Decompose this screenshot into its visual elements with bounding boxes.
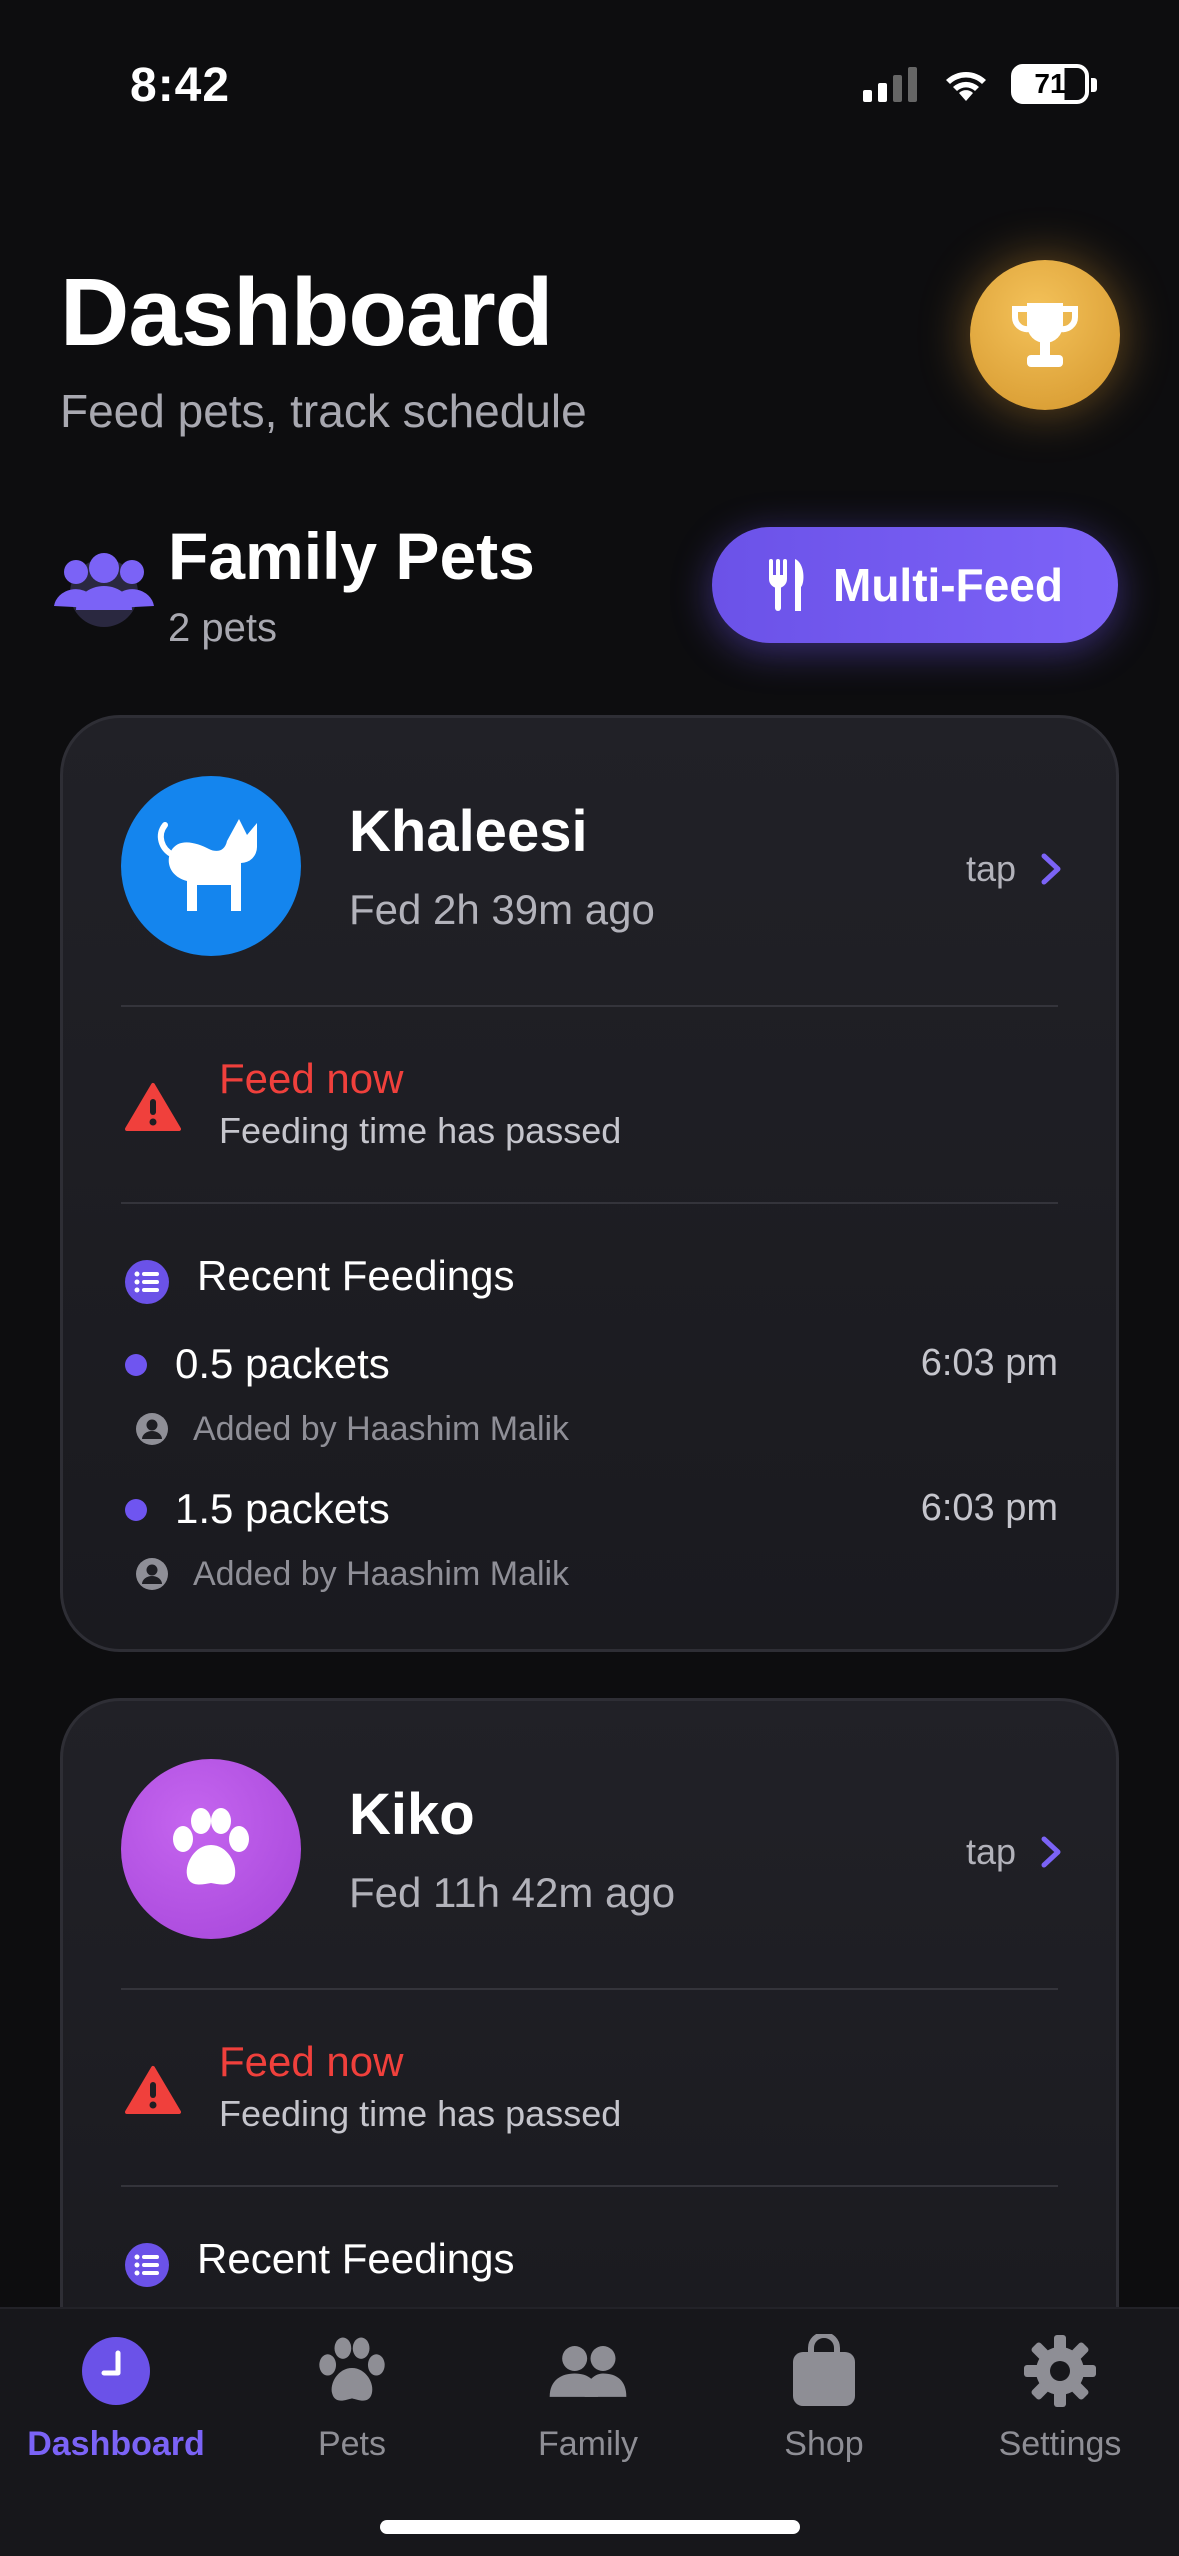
tab-shop[interactable]: Shop <box>714 2331 934 2464</box>
family-pets-title: Family Pets <box>168 519 535 593</box>
feeding-time: 6:03 pm <box>920 1487 1058 1529</box>
feeding-dot <box>125 1354 147 1376</box>
tab-family[interactable]: Family <box>478 2331 698 2464</box>
divider <box>121 1005 1058 1007</box>
pet-last-fed: Fed 2h 39m ago <box>349 886 655 933</box>
tab-label: Settings <box>998 2425 1122 2463</box>
tab-label: Family <box>537 2425 639 2463</box>
tap-label: tap <box>965 848 1016 889</box>
family-pets-count: 2 pets <box>168 606 277 650</box>
tap-label: tap <box>965 1831 1016 1872</box>
person-icon <box>136 1413 168 1445</box>
pet-name: Kiko <box>349 1782 475 1847</box>
pet-card-kiko[interactable]: Kiko Fed 11h 42m ago tap Feed now Feedin… <box>60 1698 1119 2398</box>
tab-dashboard[interactable]: Dashboard <box>6 2331 226 2464</box>
pet-open-link[interactable]: tap <box>966 1831 1062 1873</box>
trophy-icon <box>1011 303 1079 367</box>
people-icon <box>548 2331 628 2411</box>
chevron-right-icon <box>1041 853 1061 885</box>
feeding-dot <box>125 1499 147 1521</box>
divider <box>121 2185 1058 2187</box>
feeding-time: 6:03 pm <box>920 1342 1058 1384</box>
status-icons: 71 <box>861 64 1097 104</box>
feeding-added-by: Added by Haashim Malik <box>193 1410 570 1448</box>
tab-bar: Dashboard Pets Family Shop Settings <box>0 2307 1179 2556</box>
achievements-button[interactable] <box>970 260 1120 410</box>
recent-feedings-title: Recent Feedings <box>197 2235 515 2282</box>
tab-label: Pets <box>317 2425 387 2463</box>
feed-now-title: Feed now <box>219 2038 404 2085</box>
chevron-right-icon <box>1041 1836 1061 1868</box>
gear-icon <box>1020 2331 1100 2411</box>
family-group-icon <box>54 553 154 627</box>
pet-avatar <box>121 776 301 956</box>
multi-feed-button[interactable]: Multi-Feed <box>712 527 1118 643</box>
pet-open-link[interactable]: tap <box>966 848 1062 890</box>
tab-label: Dashboard <box>27 2425 205 2463</box>
page-subtitle: Feed pets, track schedule <box>60 385 587 437</box>
multi-feed-label: Multi-Feed <box>833 559 1063 611</box>
recent-feedings-title: Recent Feedings <box>197 1252 515 1299</box>
divider <box>121 1988 1058 1990</box>
warning-icon <box>125 1083 181 1131</box>
status-time: 8:42 <box>130 59 231 112</box>
feeding-amount: 0.5 packets <box>175 1340 390 1387</box>
bag-icon <box>784 2331 864 2411</box>
clock-icon <box>76 2331 156 2411</box>
fork-knife-icon <box>769 559 804 611</box>
feed-now-subtitle: Feeding time has passed <box>219 2093 622 2134</box>
tab-label: Shop <box>784 2425 864 2463</box>
page-title: Dashboard <box>60 259 553 366</box>
feed-now-title: Feed now <box>219 1055 404 1102</box>
pet-name: Khaleesi <box>349 799 588 864</box>
feeding-added-by: Added by Haashim Malik <box>193 1555 570 1593</box>
tab-settings[interactable]: Settings <box>950 2331 1170 2464</box>
paw-icon <box>312 2331 392 2411</box>
dashboard-screen: 8:42 71 Dashboard Feed pets, track sched… <box>0 0 1179 2556</box>
warning-icon <box>125 2066 181 2114</box>
divider <box>121 1202 1058 1204</box>
feeding-amount: 1.5 packets <box>175 1485 390 1532</box>
feed-now-subtitle: Feeding time has passed <box>219 1110 622 1151</box>
cellular-signal-icon <box>863 67 917 102</box>
list-icon <box>125 1260 169 1304</box>
pet-avatar <box>121 1759 301 1939</box>
pet-last-fed: Fed 11h 42m ago <box>349 1869 676 1916</box>
home-indicator[interactable] <box>380 2520 800 2534</box>
list-icon <box>125 2243 169 2287</box>
wifi-icon <box>946 72 986 101</box>
paw-icon <box>173 1808 249 1885</box>
person-icon <box>136 1558 168 1590</box>
battery-level: 71 <box>1034 68 1066 99</box>
cat-icon <box>157 819 257 911</box>
tab-pets[interactable]: Pets <box>242 2331 462 2464</box>
pet-card-khaleesi[interactable]: Khaleesi Fed 2h 39m ago tap Feed now Fee… <box>60 715 1119 1652</box>
battery-icon: 71 <box>1011 64 1097 104</box>
